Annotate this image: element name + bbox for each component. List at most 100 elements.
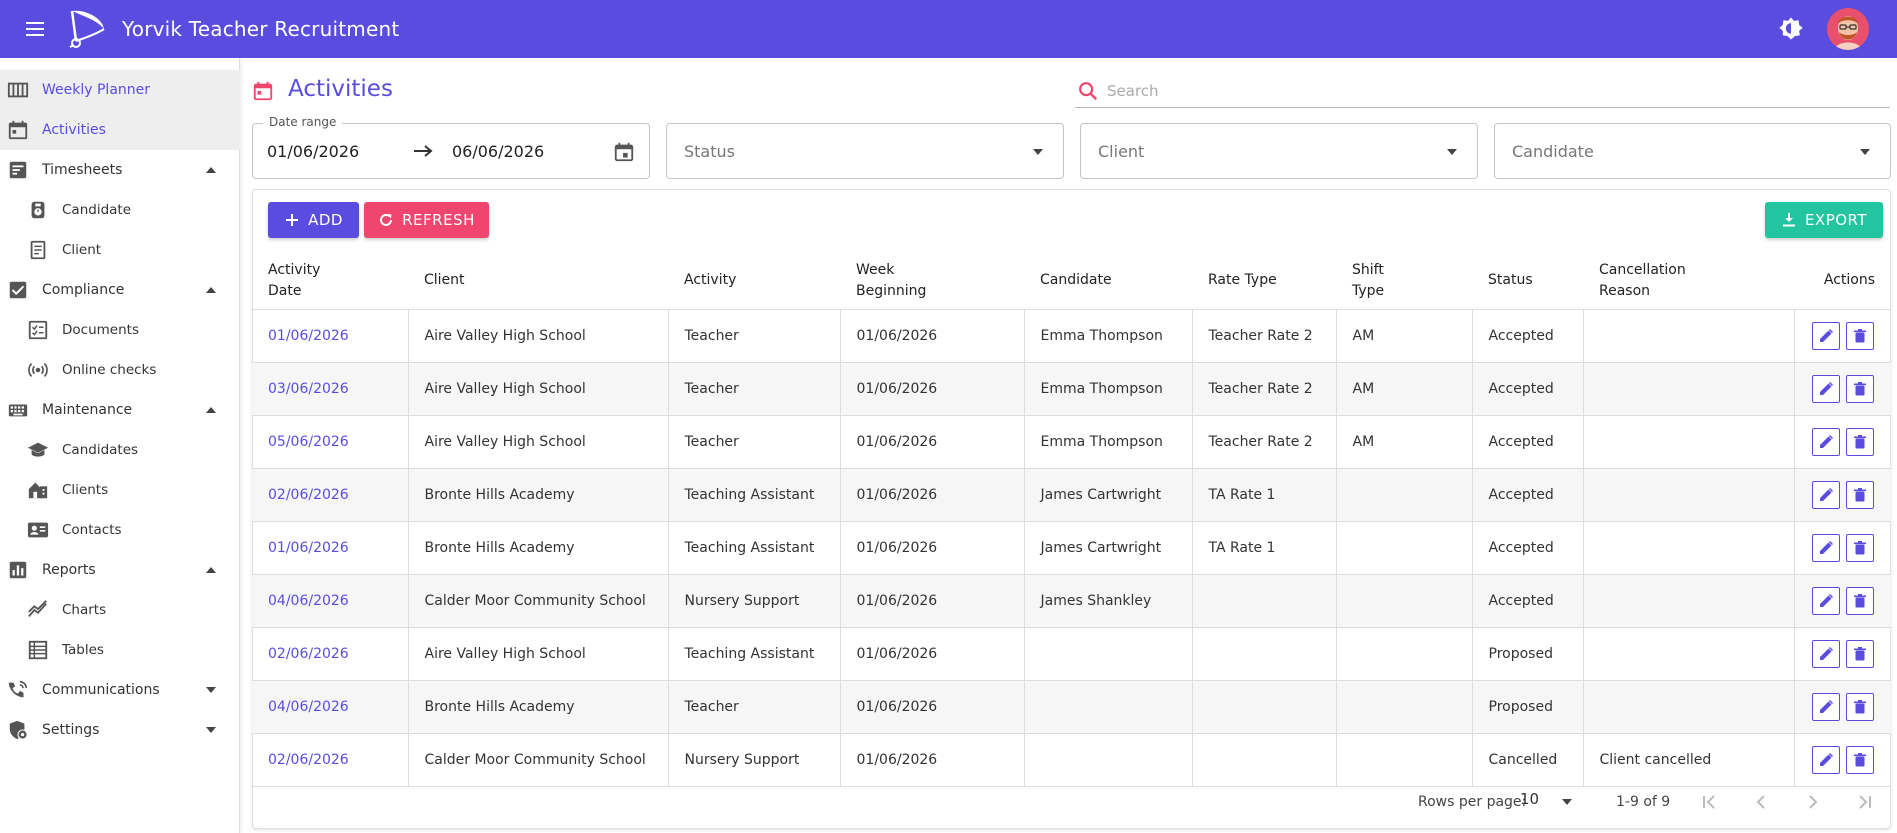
cell-week-beginning: 01/06/2026 bbox=[840, 627, 1025, 681]
cell-activity-date[interactable]: 03/06/2026 bbox=[252, 362, 409, 416]
sidebar-item-communications[interactable]: Communications bbox=[0, 670, 240, 710]
col-status[interactable]: Status bbox=[1472, 253, 1583, 310]
delete-icon[interactable] bbox=[1845, 374, 1874, 403]
col-rate-type[interactable]: Rate Type bbox=[1192, 253, 1336, 310]
delete-icon[interactable] bbox=[1845, 692, 1874, 721]
cell-status: Accepted bbox=[1472, 468, 1584, 522]
cell-week-beginning: 01/06/2026 bbox=[840, 680, 1025, 734]
delete-icon[interactable] bbox=[1845, 480, 1874, 509]
edit-icon[interactable] bbox=[1811, 745, 1840, 774]
avatar[interactable] bbox=[1827, 8, 1869, 50]
sidebar-item-label: Contacts bbox=[62, 522, 122, 538]
col-activity[interactable]: Activity bbox=[668, 253, 840, 310]
app-title: Yorvik Teacher Recruitment bbox=[122, 17, 400, 41]
col-candidate[interactable]: Candidate bbox=[1024, 253, 1192, 310]
sidebar-item-contacts[interactable]: Contacts bbox=[0, 510, 240, 550]
sidebar-item-weekly-planner[interactable]: Weekly Planner bbox=[0, 70, 240, 110]
cell-status: Proposed bbox=[1472, 627, 1584, 681]
first-page-icon[interactable] bbox=[1697, 790, 1721, 814]
sidebar-item-charts[interactable]: Charts bbox=[0, 590, 240, 630]
sidebar-item-candidates[interactable]: Candidates bbox=[0, 430, 240, 470]
sidebar-item-documents[interactable]: Documents bbox=[0, 310, 240, 350]
col-shift-type[interactable]: Shift Type bbox=[1336, 253, 1472, 310]
client-select[interactable]: Client bbox=[1080, 123, 1478, 179]
sidebar-item-maintenance[interactable]: Maintenance bbox=[0, 390, 240, 430]
edit-icon[interactable] bbox=[1811, 639, 1840, 668]
delete-icon[interactable] bbox=[1845, 321, 1874, 350]
chevron-down-icon bbox=[206, 727, 216, 733]
sidebar-item-activities[interactable]: Activities bbox=[0, 110, 240, 150]
next-page-icon[interactable] bbox=[1801, 790, 1825, 814]
cell-actions bbox=[1794, 362, 1891, 416]
col-activity-date[interactable]: Activity Date bbox=[252, 253, 408, 310]
sidebar-item-tables[interactable]: Tables bbox=[0, 630, 240, 670]
chevron-down-icon bbox=[1562, 799, 1572, 805]
cell-activity-date[interactable]: 02/06/2026 bbox=[252, 733, 409, 787]
delete-icon[interactable] bbox=[1845, 533, 1874, 562]
cell-activity-date[interactable]: 02/06/2026 bbox=[252, 468, 409, 522]
cell-status: Accepted bbox=[1472, 415, 1584, 469]
candidate-placeholder: Candidate bbox=[1512, 142, 1594, 161]
candidate-select[interactable]: Candidate bbox=[1494, 123, 1891, 179]
cell-week-beginning: 01/06/2026 bbox=[840, 309, 1025, 363]
communications-icon bbox=[8, 680, 28, 698]
col-cancellation-reason[interactable]: Cancellation Reason bbox=[1583, 253, 1794, 310]
sidebar-item-timesheets[interactable]: Timesheets bbox=[0, 150, 240, 190]
theme-toggle-icon[interactable] bbox=[1777, 15, 1805, 43]
last-page-icon[interactable] bbox=[1853, 790, 1877, 814]
sidebar-item-online-checks[interactable]: Online checks bbox=[0, 350, 240, 390]
sidebar-item-settings[interactable]: Settings bbox=[0, 710, 240, 750]
sidebar-item-label: Reports bbox=[42, 562, 96, 578]
delete-icon[interactable] bbox=[1845, 586, 1874, 615]
edit-icon[interactable] bbox=[1811, 586, 1840, 615]
delete-icon[interactable] bbox=[1845, 427, 1874, 456]
cell-activity-date[interactable]: 04/06/2026 bbox=[252, 680, 409, 734]
edit-icon[interactable] bbox=[1811, 321, 1840, 350]
edit-icon[interactable] bbox=[1811, 427, 1840, 456]
cell-client: Bronte Hills Academy bbox=[408, 468, 669, 522]
table-row: 02/06/2026 Bronte Hills Academy Teaching A… bbox=[252, 468, 1891, 522]
delete-icon[interactable] bbox=[1845, 639, 1874, 668]
search-input[interactable] bbox=[1107, 80, 1877, 102]
sidebar-item-clients[interactable]: Clients bbox=[0, 470, 240, 510]
calendar-picker-icon[interactable] bbox=[613, 141, 635, 163]
edit-icon[interactable] bbox=[1811, 533, 1840, 562]
date-from-input[interactable]: 01/06/2026 bbox=[267, 142, 359, 161]
sidebar-item-reports[interactable]: Reports bbox=[0, 550, 240, 590]
cell-activity-date[interactable]: 02/06/2026 bbox=[252, 627, 409, 681]
col-client[interactable]: Client bbox=[408, 253, 668, 310]
date-to-input[interactable]: 06/06/2026 bbox=[452, 142, 544, 161]
cell-rate-type: Teacher Rate 2 bbox=[1192, 362, 1337, 416]
delete-icon[interactable] bbox=[1845, 745, 1874, 774]
edit-icon[interactable] bbox=[1811, 480, 1840, 509]
cell-candidate bbox=[1024, 627, 1193, 681]
rows-per-page-select[interactable]: 10 bbox=[1520, 790, 1580, 814]
status-select[interactable]: Status bbox=[666, 123, 1064, 179]
cell-activity-date[interactable]: 05/06/2026 bbox=[252, 415, 409, 469]
menu-icon[interactable] bbox=[20, 14, 50, 44]
cell-rate-type bbox=[1192, 680, 1337, 734]
cell-activity-date[interactable]: 01/06/2026 bbox=[252, 521, 409, 575]
rows-per-page-value: 10 bbox=[1520, 790, 1540, 808]
sidebar-item-label: Maintenance bbox=[42, 402, 133, 418]
export-button[interactable]: EXPORT bbox=[1765, 202, 1883, 238]
table-row: 01/06/2026 Bronte Hills Academy Teaching A… bbox=[252, 521, 1891, 575]
sidebar-item-timesheets-candidate[interactable]: Candidate bbox=[0, 190, 240, 230]
edit-icon[interactable] bbox=[1811, 374, 1840, 403]
cell-activity-date[interactable]: 04/06/2026 bbox=[252, 574, 409, 628]
cell-candidate: James Shankley bbox=[1024, 574, 1193, 628]
col-week-beginning[interactable]: Week Beginning bbox=[840, 253, 1024, 310]
date-range-field[interactable]: Date range 01/06/2026 06/06/2026 bbox=[252, 115, 650, 179]
cell-activity-date[interactable]: 01/06/2026 bbox=[252, 309, 409, 363]
sidebar-item-timesheets-client[interactable]: Client bbox=[0, 230, 240, 270]
edit-icon[interactable] bbox=[1811, 692, 1840, 721]
cell-shift-type bbox=[1336, 468, 1473, 522]
cell-activity: Nursery Support bbox=[668, 574, 841, 628]
cell-client: Calder Moor Community School bbox=[408, 574, 669, 628]
refresh-button[interactable]: REFRESH bbox=[364, 202, 489, 238]
add-button[interactable]: ADD bbox=[268, 202, 359, 238]
sidebar-item-compliance[interactable]: Compliance bbox=[0, 270, 240, 310]
status-placeholder: Status bbox=[684, 142, 735, 161]
previous-page-icon[interactable] bbox=[1749, 790, 1773, 814]
cell-rate-type: Teacher Rate 2 bbox=[1192, 309, 1337, 363]
